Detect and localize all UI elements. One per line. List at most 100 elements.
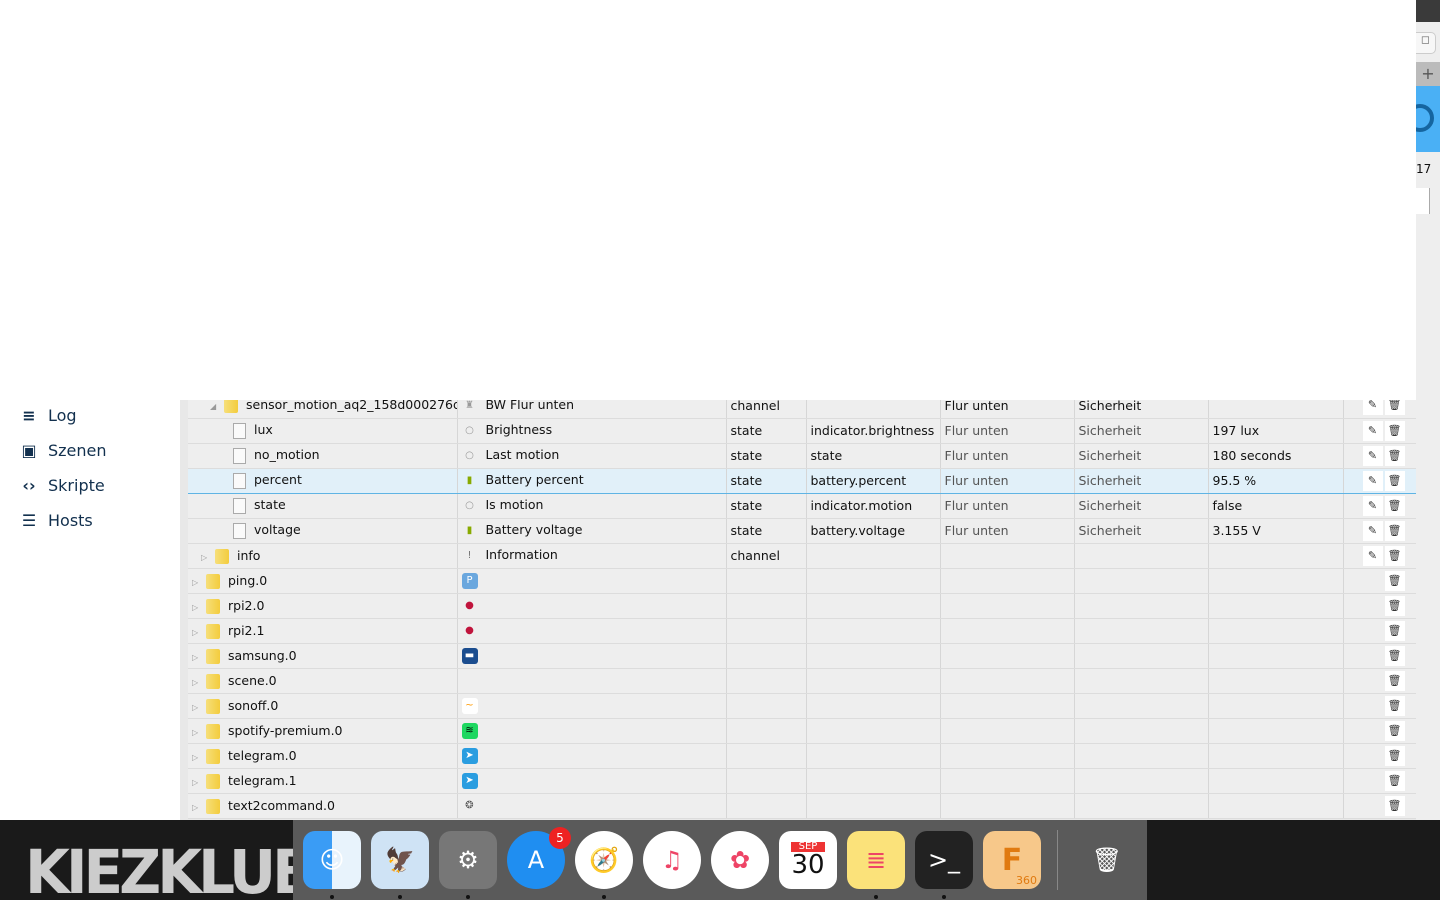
room-cell[interactable] [940,668,1075,694]
function-cell[interactable]: Sicherheit [1074,467,1209,494]
delete-trash-icon[interactable]: 🗑 [1384,470,1405,491]
delete-trash-icon[interactable]: 🗑 [1384,670,1405,691]
function-cell[interactable] [1074,643,1209,669]
function-cell[interactable] [1074,618,1209,644]
room-cell[interactable] [940,743,1075,769]
edit-pencil-icon[interactable]: ✎ [1362,520,1383,541]
delete-trash-icon[interactable]: 🗑 [1384,495,1405,516]
room-cell[interactable] [940,568,1075,594]
table-row[interactable]: percent ▮ Battery percent state battery.perc… [188,467,1424,494]
table-row[interactable]: ▷ telegram.1 ➤ 🗑 [188,768,1424,794]
table-row[interactable]: ▷ telegram.0 ➤ 🗑 [188,743,1424,769]
room-cell[interactable] [940,793,1075,819]
function-cell[interactable] [1074,593,1209,619]
table-row[interactable]: ▷ samsung.0 ▬ 🗑 [188,643,1424,669]
expand-toggle-icon[interactable]: ▷ [192,703,202,712]
value-cell[interactable] [1208,718,1344,744]
function-cell[interactable] [1074,793,1209,819]
table-row[interactable]: no_motion ○ Last motion state state Flur unte… [188,443,1424,469]
value-cell[interactable] [1208,693,1344,719]
room-cell[interactable]: Flur unten [940,493,1075,519]
room-cell[interactable] [940,768,1075,794]
table-row[interactable]: state ○ Is motion state indicator.motion Flur… [188,493,1424,519]
delete-trash-icon[interactable]: 🗑 [1384,695,1405,716]
delete-trash-icon[interactable]: 🗑 [1384,720,1405,741]
delete-trash-icon[interactable]: 🗑 [1384,795,1405,816]
table-row[interactable]: ▷ rpi2.0 ● 🗑 [188,593,1424,619]
edit-pencil-icon[interactable]: ✎ [1362,495,1383,516]
room-cell[interactable]: Flur unten [940,518,1075,544]
expand-toggle-icon[interactable]: ▷ [192,728,202,737]
room-cell[interactable] [940,618,1075,644]
function-cell[interactable]: Sicherheit [1074,443,1209,469]
delete-trash-icon[interactable]: 🗑 [1384,420,1405,441]
value-cell[interactable]: 95.5 % [1208,467,1344,494]
table-row[interactable]: voltage ▮ Battery voltage state battery.volt… [188,518,1424,544]
table-row[interactable]: lux ○ Brightness state indicator.brightness F… [188,418,1424,444]
table-row[interactable]: ▷ ping.0 P 🗑 [188,568,1424,594]
room-cell[interactable] [940,593,1075,619]
room-cell[interactable]: Flur unten [940,467,1075,494]
delete-trash-icon[interactable]: 🗑 [1384,770,1405,791]
delete-trash-icon[interactable]: 🗑 [1384,570,1405,591]
function-cell[interactable] [1074,743,1209,769]
function-cell[interactable] [1074,568,1209,594]
new-tab-button[interactable]: + [1416,62,1440,86]
dock-finder-icon[interactable]: ☺ [303,831,361,899]
dock-terminal-icon[interactable]: >_ [915,831,973,899]
edit-pencil-icon[interactable]: ✎ [1362,445,1383,466]
room-cell[interactable] [940,693,1075,719]
room-cell[interactable] [940,643,1075,669]
value-cell[interactable] [1208,793,1344,819]
function-cell[interactable] [1074,693,1209,719]
value-cell[interactable] [1208,593,1344,619]
expand-toggle-icon[interactable]: ▷ [192,578,202,587]
value-cell[interactable] [1208,618,1344,644]
table-row[interactable]: ▷ text2command.0 ❂ 🗑 [188,793,1424,819]
delete-trash-icon[interactable]: 🗑 [1384,595,1405,616]
expand-toggle-icon[interactable]: ▷ [192,653,202,662]
function-cell[interactable] [1074,768,1209,794]
dock-itunes-icon[interactable]: ♫ [643,831,701,889]
value-cell[interactable]: 180 seconds [1208,443,1344,469]
expand-toggle-icon[interactable]: ▷ [192,628,202,637]
expand-toggle-icon[interactable]: ▷ [192,753,202,762]
delete-trash-icon[interactable]: 🗑 [1384,745,1405,766]
function-cell[interactable] [1074,668,1209,694]
value-cell[interactable] [1208,568,1344,594]
dock-trash-icon[interactable]: 🗑 [1078,831,1136,889]
room-cell[interactable]: Flur unten [940,443,1075,469]
table-row[interactable]: ▷ scene.0 🗑 [188,668,1424,694]
delete-trash-icon[interactable]: 🗑 [1384,545,1405,566]
tab-icon[interactable]: ◻ [1416,32,1436,54]
function-cell[interactable]: Sicherheit [1074,418,1209,444]
sidebar-item-log[interactable]: ≡ Log [0,398,180,433]
table-row[interactable]: ▷ info! Information channel ✎ 🗑 [188,543,1424,569]
value-cell[interactable]: 3.155 V [1208,518,1344,544]
delete-trash-icon[interactable]: 🗑 [1384,445,1405,466]
table-row[interactable]: ▷ rpi2.1 ● 🗑 [188,618,1424,644]
value-cell[interactable] [1208,743,1344,769]
collapse-toggle-icon[interactable]: ◢ [210,402,220,411]
expand-toggle-icon[interactable]: ▷ [192,678,202,687]
sidebar-item-szenen[interactable]: ▣ Szenen [0,433,180,468]
expand-toggle-icon[interactable]: ▷ [192,803,202,812]
room-cell[interactable] [940,543,1075,569]
room-cell[interactable]: Flur unten [940,418,1075,444]
dock-app-store-icon[interactable]: A5 [507,827,571,889]
value-cell[interactable] [1208,543,1344,569]
function-cell[interactable] [1074,543,1209,569]
value-cell[interactable]: 197 lux [1208,418,1344,444]
expand-toggle-icon[interactable]: ▷ [192,603,202,612]
dock-safari-icon[interactable]: 🧭 [575,831,633,899]
delete-trash-icon[interactable]: 🗑 [1384,620,1405,641]
expand-toggle-icon[interactable]: ▷ [201,553,211,562]
expand-toggle-icon[interactable]: ▷ [192,778,202,787]
sidebar-item-skripte[interactable]: ‹› Skripte [0,468,180,503]
table-row[interactable]: ▷ sonoff.0 ~ 🗑 [188,693,1424,719]
edit-pencil-icon[interactable]: ✎ [1362,545,1383,566]
function-cell[interactable]: Sicherheit [1074,493,1209,519]
edit-pencil-icon[interactable]: ✎ [1362,470,1383,491]
sidebar-item-hosts[interactable]: ☰ Hosts [0,503,180,538]
value-cell[interactable]: false [1208,493,1344,519]
